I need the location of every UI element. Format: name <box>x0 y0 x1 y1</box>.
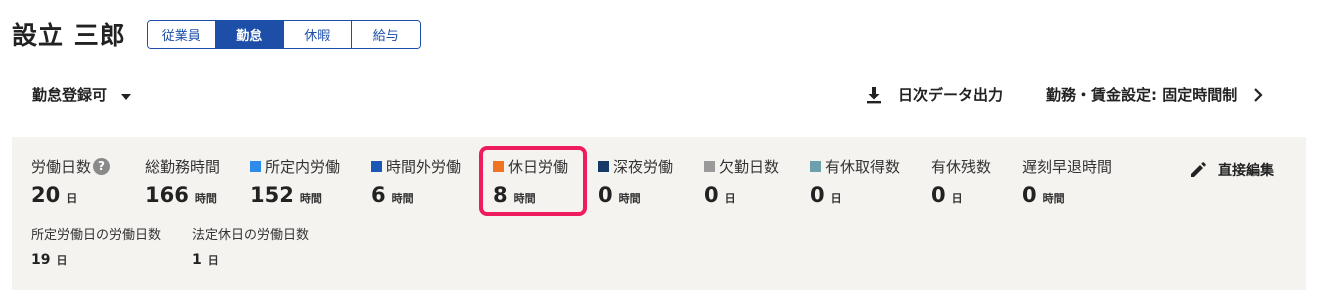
download-icon <box>867 86 881 103</box>
stat-unit: 日 <box>56 254 68 267</box>
page-header: 設立 三郎 従業員 勤怠 休暇 給与 <box>12 14 421 54</box>
stat-legal-holiday-work-days: 法定休日の労働日数 1 日 <box>192 223 310 269</box>
legend-square <box>371 160 382 172</box>
stat-unit: 日 <box>951 192 963 205</box>
tab-employee[interactable]: 従業員 <box>147 20 216 48</box>
caret-down-icon <box>121 93 132 100</box>
stat-value: 166 <box>145 183 189 207</box>
employee-name: 設立 三郎 <box>12 21 126 50</box>
stat-value: 0 <box>704 183 719 207</box>
stat-label: 法定休日の労働日数 <box>192 227 310 243</box>
stat-label: 所定内労働 <box>265 157 341 176</box>
stat-total-work-hours: 総勤務時間 166 時間 <box>145 156 221 208</box>
stat-holiday-work: 休日労働 8 時間 <box>493 156 568 207</box>
stat-night-work: 深夜労働 0 時間 <box>598 156 673 207</box>
stat-label: 総勤務時間 <box>145 157 221 176</box>
legend-square <box>598 160 609 172</box>
legend-square <box>704 160 715 172</box>
stat-unit: 時間 <box>194 192 217 205</box>
stat-value: 0 <box>598 183 613 207</box>
stat-unit: 時間 <box>618 192 641 205</box>
employee-tabs: 従業員 勤怠 休暇 給与 <box>146 19 421 49</box>
tab-leave[interactable]: 休暇 <box>283 20 352 48</box>
stat-unit: 時間 <box>299 192 322 205</box>
attendance-status-dropdown[interactable]: 勤怠登録可 <box>32 84 132 105</box>
stat-value: 19 <box>31 252 51 268</box>
stat-overtime-work: 時間外労働 6 時間 <box>371 156 461 207</box>
stat-paid-leave-taken: 有休取得数 0 日 <box>810 156 900 207</box>
daily-export-button[interactable]: 日次データ出力 <box>864 84 1003 105</box>
pencil-icon <box>1191 162 1206 177</box>
stat-late-early-hours: 遅刻早退時間 0 時間 <box>1022 156 1113 208</box>
stat-value: 152 <box>250 183 294 207</box>
stat-value: 0 <box>1022 183 1037 207</box>
chevron-right-icon <box>1254 87 1263 102</box>
stat-unit: 日 <box>66 192 78 205</box>
stat-paid-leave-remaining: 有休残数 0 日 <box>931 156 992 208</box>
stat-scheduled-work: 所定内労働 152 時間 <box>250 156 340 207</box>
work-wage-settings-link[interactable]: 勤務・賃金設定: 固定時間制 <box>1046 84 1265 105</box>
legend-square <box>493 160 504 172</box>
stat-unit: 日 <box>207 254 219 267</box>
stat-label: 労働日数 <box>31 157 92 176</box>
stat-label: 深夜労働 <box>613 157 674 176</box>
stat-value: 0 <box>931 183 946 207</box>
stat-working-days: 労働日数 ? 20 日 <box>31 156 111 207</box>
stat-label: 有休取得数 <box>825 157 901 176</box>
stat-absence-days: 欠勤日数 0 日 <box>704 156 779 207</box>
attendance-summary-panel: 労働日数 ? 20 日 総勤務時間 166 時間 所定内労働 152 時間 時間… <box>12 137 1306 290</box>
direct-edit-button[interactable]: 直接編集 <box>1189 160 1274 180</box>
stat-value: 20 <box>31 183 61 207</box>
stat-label: 欠勤日数 <box>719 157 780 176</box>
stat-label: 所定労働日の労働日数 <box>31 227 162 243</box>
help-icon[interactable]: ? <box>93 157 111 175</box>
tab-salary[interactable]: 給与 <box>351 20 420 48</box>
stat-label: 休日労働 <box>508 157 569 176</box>
stat-label: 時間外労働 <box>386 157 462 176</box>
stat-value: 1 <box>192 252 202 268</box>
stat-unit: 日 <box>724 192 736 205</box>
stat-scheduled-day-work-days: 所定労働日の労働日数 19 日 <box>31 223 162 269</box>
stat-unit: 時間 <box>391 192 414 205</box>
legend-square <box>810 160 821 172</box>
stat-unit: 日 <box>830 192 842 205</box>
settings-label: 勤務・賃金設定: 固定時間制 <box>1046 86 1238 104</box>
status-dropdown-label: 勤怠登録可 <box>32 86 108 104</box>
edit-label: 直接編集 <box>1218 163 1274 179</box>
stat-label: 有休残数 <box>931 157 992 176</box>
stat-value: 0 <box>810 183 825 207</box>
stat-value: 8 <box>493 183 508 207</box>
export-label: 日次データ出力 <box>898 86 1004 104</box>
stat-unit: 時間 <box>1042 192 1065 205</box>
stat-value: 6 <box>371 183 386 207</box>
stat-unit: 時間 <box>513 192 536 205</box>
legend-square <box>250 160 261 172</box>
stat-label: 遅刻早退時間 <box>1022 157 1113 176</box>
tab-attendance[interactable]: 勤怠 <box>215 20 284 48</box>
